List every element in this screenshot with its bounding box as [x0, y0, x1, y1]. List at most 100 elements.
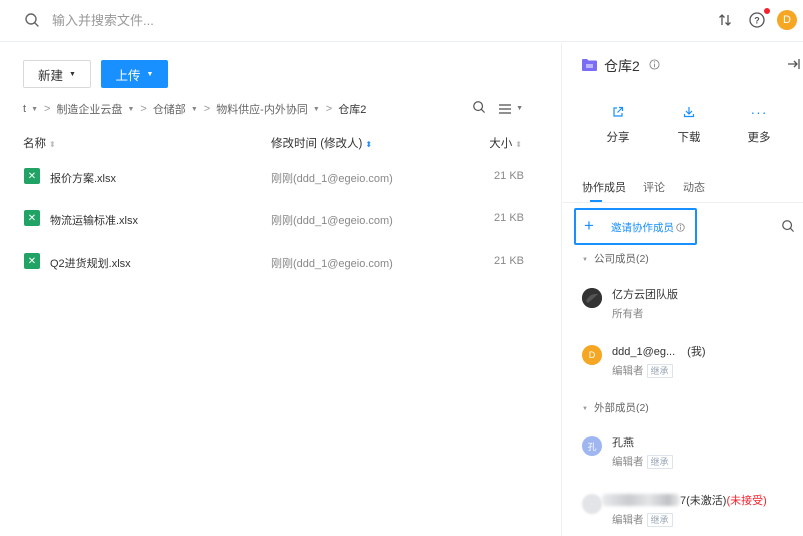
download-button[interactable]: 下载	[664, 103, 714, 145]
excel-file-icon: ✕	[24, 210, 40, 226]
role-label: 编辑者	[612, 456, 644, 468]
chevron-right-icon: >	[325, 103, 333, 115]
column-name[interactable]: 名称 ⬍	[23, 135, 56, 151]
member-item[interactable]: D ddd_1@eg... (我) 编辑者 继承	[582, 343, 802, 383]
group-label: 外部成员(2)	[593, 402, 649, 414]
avatar: 孔	[582, 436, 602, 456]
file-list-header: 名称 ⬍ 修改时间 (修改人) ⬍ 大小 ⬍	[0, 135, 562, 151]
excel-file-icon: ✕	[24, 253, 40, 269]
svg-text:?: ?	[754, 16, 760, 26]
file-row[interactable]: ✕ 报价方案.xlsx 刚刚(ddd_1@egeio.com) 21 KB	[0, 161, 562, 191]
file-size: 21 KB	[494, 170, 524, 182]
new-button[interactable]: 新建 ▼	[23, 60, 91, 88]
role-label: 编辑者	[612, 365, 644, 377]
search-in-folder-icon[interactable]	[472, 100, 486, 117]
details-panel: 仓库2 分享 下载 ··· 更多 协作成员 评论 动态 + 邀请协作成员 ▼ 公…	[563, 43, 803, 536]
inherit-tag: 继承	[646, 455, 673, 469]
member-name: 7(未激活)(未接受)	[602, 492, 767, 508]
file-row[interactable]: ✕ 物流运输标准.xlsx 刚刚(ddd_1@egeio.com) 21 KB	[0, 203, 562, 233]
breadcrumb-item[interactable]: t	[23, 103, 26, 115]
upload-button[interactable]: 上传 ▼	[101, 60, 168, 88]
breadcrumb-item[interactable]: 制造企业云盘	[56, 101, 122, 117]
role-label: 编辑者	[612, 514, 644, 526]
more-icon: ···	[750, 104, 768, 120]
file-size: 21 KB	[494, 255, 524, 267]
collapse-panel-icon[interactable]	[786, 57, 800, 74]
caret-down-icon[interactable]: ▼	[31, 106, 38, 113]
user-avatar[interactable]: D	[777, 10, 797, 30]
member-role: 编辑者 继承	[612, 512, 673, 527]
group-label: 公司成员(2)	[593, 253, 649, 265]
caret-down-icon: ▼	[516, 105, 523, 112]
team-avatar	[582, 288, 602, 308]
sort-icon: ⬍	[49, 140, 56, 149]
member-item[interactable]: 7(未激活)(未接受) 编辑者 继承	[582, 492, 802, 532]
file-browser: 新建 ▼ 上传 ▼ t ▼ > 制造企业云盘 ▼ > 仓储部 ▼ > 物料供应-内外协…	[0, 43, 562, 536]
file-modified: 刚刚(ddd_1@egeio.com)	[271, 173, 393, 185]
plus-icon: +	[584, 216, 594, 235]
search-input[interactable]	[52, 10, 352, 30]
share-label: 分享	[606, 132, 630, 144]
column-size[interactable]: 大小 ⬍	[489, 135, 522, 151]
file-modified: 刚刚(ddd_1@egeio.com)	[271, 215, 393, 227]
invite-members-button[interactable]: + 邀请协作成员	[574, 208, 697, 245]
caret-down-icon: ▼	[69, 70, 76, 78]
help-icon[interactable]: ?	[747, 8, 770, 30]
member-role: 编辑者 继承	[612, 363, 673, 378]
breadcrumb-item[interactable]: 物料供应-内外协同	[216, 101, 308, 117]
list-view-icon[interactable]: ▼	[498, 103, 523, 115]
breadcrumb-current: 仓库2	[338, 104, 367, 116]
tab-activity[interactable]: 动态	[683, 179, 705, 195]
info-icon[interactable]	[649, 59, 660, 73]
excel-file-icon: ✕	[24, 168, 40, 184]
column-size-label: 大小	[489, 138, 513, 150]
member-search-icon[interactable]	[781, 219, 795, 236]
company-members-group[interactable]: ▼ 公司成员(2)	[582, 251, 649, 266]
sort-icon: ⬍	[515, 140, 522, 149]
member-role: 所有者	[612, 308, 644, 320]
status-badge: (未接受)	[726, 495, 767, 507]
member-name: 孔燕	[612, 437, 634, 449]
panel-tabs: 协作成员 评论 动态	[563, 179, 803, 203]
inherit-tag: 继承	[646, 513, 673, 527]
file-name[interactable]: 报价方案.xlsx	[50, 170, 116, 186]
column-modified-label: 修改时间 (修改人)	[271, 138, 363, 150]
search-icon[interactable]	[24, 12, 40, 28]
file-row[interactable]: ✕ Q2进货规划.xlsx 刚刚(ddd_1@egeio.com) 21 KB	[0, 246, 562, 276]
caret-down-icon: ▼	[582, 406, 588, 412]
download-label: 下载	[677, 132, 701, 144]
panel-title: 仓库2	[604, 58, 640, 74]
member-email: ddd_1@eg...	[612, 346, 676, 358]
member-name-suffix: 7(未激活)	[680, 495, 727, 507]
avatar	[582, 494, 602, 514]
active-tab-indicator	[590, 200, 602, 202]
inherit-tag: 继承	[646, 364, 673, 378]
caret-down-icon: ▼	[146, 70, 154, 78]
file-modified: 刚刚(ddd_1@egeio.com)	[271, 258, 393, 270]
transfer-icon[interactable]	[715, 10, 735, 30]
upload-button-label: 上传	[115, 68, 141, 83]
share-icon	[593, 103, 643, 121]
more-button[interactable]: ··· 更多	[734, 103, 784, 145]
file-name[interactable]: 物流运输标准.xlsx	[50, 212, 138, 228]
member-item[interactable]: 亿方云团队版 所有者	[582, 286, 802, 326]
chevron-right-icon: >	[140, 103, 147, 115]
file-name[interactable]: Q2进货规划.xlsx	[50, 255, 131, 271]
member-role: 编辑者 继承	[612, 454, 673, 469]
member-name: 亿方云团队版	[612, 289, 678, 301]
self-marker: (我)	[687, 346, 706, 358]
share-button[interactable]: 分享	[593, 103, 643, 145]
tab-comments[interactable]: 评论	[643, 179, 665, 195]
caret-down-icon[interactable]: ▼	[127, 106, 134, 113]
caret-down-icon[interactable]: ▼	[313, 106, 320, 113]
tab-members[interactable]: 协作成员	[582, 179, 626, 195]
breadcrumb-item[interactable]: 仓储部	[153, 101, 186, 117]
sort-desc-icon: ⬍	[365, 140, 373, 149]
info-icon[interactable]	[676, 221, 685, 235]
member-item[interactable]: 孔 孔燕 编辑者 继承	[582, 434, 802, 474]
column-modified[interactable]: 修改时间 (修改人) ⬍	[271, 135, 372, 151]
caret-down-icon[interactable]: ▼	[191, 106, 198, 113]
action-bar: 分享 下载 ··· 更多	[563, 103, 803, 145]
external-members-group[interactable]: ▼ 外部成员(2)	[582, 400, 649, 415]
blurred-name	[602, 494, 680, 506]
